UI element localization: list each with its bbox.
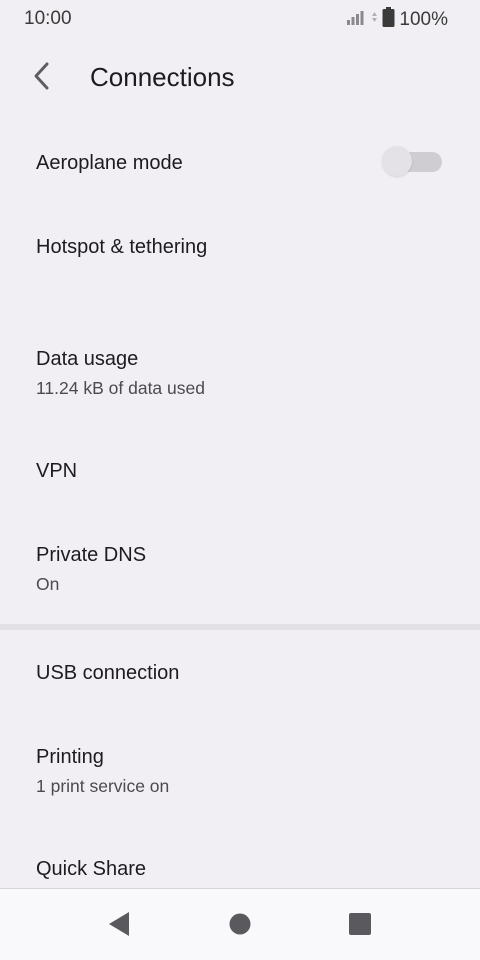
setting-summary: On xyxy=(36,574,60,594)
nav-home-icon xyxy=(229,913,251,940)
nav-back-icon xyxy=(107,911,131,942)
setting-usb-connection[interactable]: USB connection xyxy=(0,632,480,716)
aeroplane-mode-toggle[interactable] xyxy=(382,146,442,176)
setting-title: Private DNS xyxy=(36,544,147,566)
signal-icon xyxy=(347,9,367,30)
battery-percentage: 100% xyxy=(399,8,448,30)
connections-screen: 10:00 100% Connections Aeroplane mode Ho… xyxy=(0,0,480,960)
nav-recents-button[interactable] xyxy=(345,911,375,941)
setting-aeroplane-mode[interactable]: Aeroplane mode xyxy=(0,122,480,206)
setting-data-usage[interactable]: Data usage 11.24 kB of data used xyxy=(0,318,480,428)
setting-printing[interactable]: Printing 1 print service on xyxy=(0,716,480,826)
setting-title: VPN xyxy=(36,460,78,482)
section-divider xyxy=(0,624,480,630)
nav-recents-icon xyxy=(348,912,372,941)
status-icons: 100% xyxy=(347,7,448,32)
page-title: Connections xyxy=(90,62,235,92)
data-arrows-icon xyxy=(371,10,378,29)
setting-title: Quick Share xyxy=(36,858,147,880)
nav-back-button[interactable] xyxy=(104,911,134,941)
setting-title: Aeroplane mode xyxy=(36,152,183,174)
nav-home-button[interactable] xyxy=(225,911,255,941)
setting-hotspot-tethering[interactable]: Hotspot & tethering xyxy=(0,206,480,290)
setting-title: Hotspot & tethering xyxy=(36,236,208,258)
setting-vpn[interactable]: VPN xyxy=(0,430,480,514)
setting-summary: 1 print service on xyxy=(36,776,170,796)
setting-title: Printing xyxy=(36,746,104,768)
back-arrow-icon xyxy=(30,61,54,96)
navigation-bar xyxy=(0,888,480,960)
status-bar: 10:00 100% xyxy=(0,0,480,38)
status-time: 10:00 xyxy=(24,8,72,29)
setting-title: Data usage xyxy=(36,348,139,370)
setting-quick-share[interactable]: Quick Share xyxy=(0,828,480,888)
setting-private-dns[interactable]: Private DNS On xyxy=(0,514,480,622)
setting-title: USB connection xyxy=(36,662,180,684)
app-bar: Connections xyxy=(0,48,480,112)
back-button[interactable] xyxy=(22,58,62,98)
battery-icon xyxy=(382,7,395,32)
toggle-thumb xyxy=(382,146,412,176)
setting-summary: 11.24 kB of data used xyxy=(36,378,205,398)
